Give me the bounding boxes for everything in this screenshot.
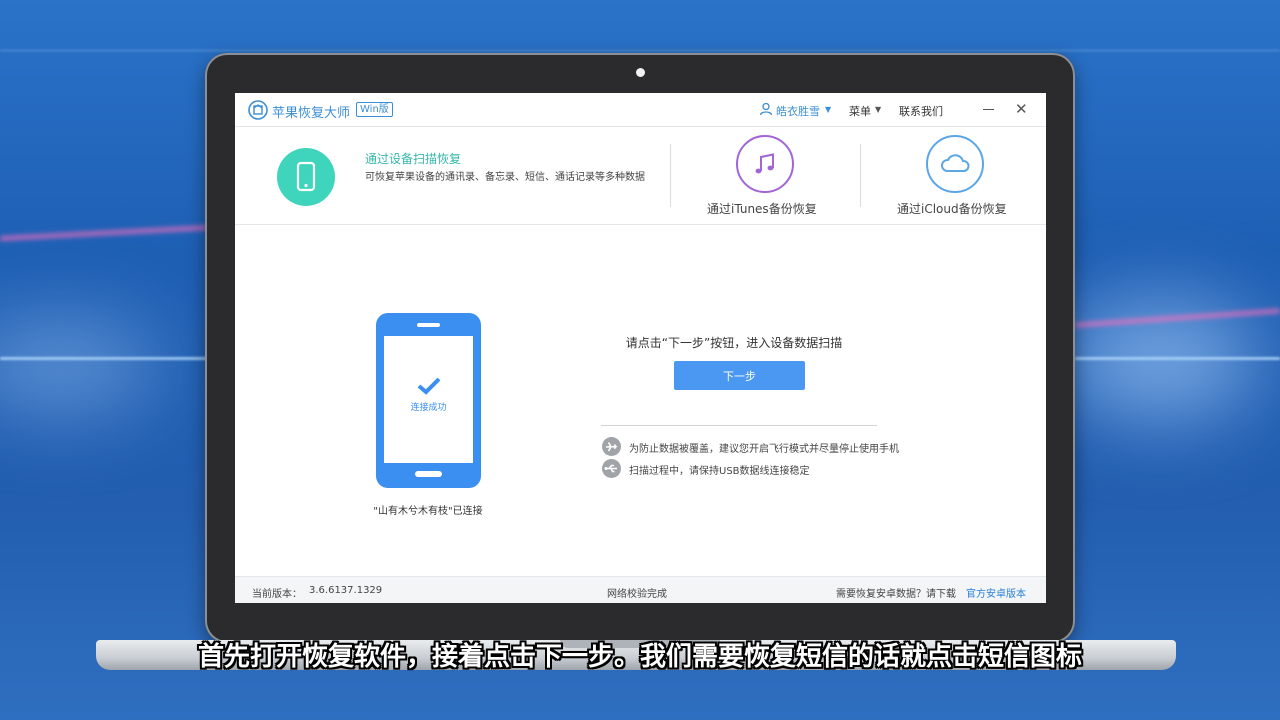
airplane-icon [602,437,621,456]
status-bar: 当前版本： 3.6.6137.1329 网络校验完成 需要恢复安卓数据？请下载 … [235,576,1046,603]
user-caret-down-icon[interactable]: ▼ [825,105,831,114]
user-menu[interactable]: 皓衣胜雪 [776,103,820,119]
version-number: 3.6.6137.1329 [309,585,383,596]
phone-illustration: 连接成功 [376,313,481,488]
separator [601,425,877,426]
checkmark-icon [417,377,441,395]
scan-instruction: 请点击“下一步”按钮，进入设备数据扫描 [625,336,843,350]
contact-us-link[interactable]: 联系我们 [899,103,943,119]
android-prompt: 需要恢复安卓数据？请下载 [836,589,956,600]
laptop-camera [636,68,645,77]
menu-button[interactable]: 菜单 [849,103,871,119]
minimize-icon[interactable] [983,109,994,110]
connection-status: 连接成功 [410,403,447,413]
title-bar: 苹果恢复大师 Win版 皓衣胜雪 ▼ 菜单 ▼ 联系我们 ✕ [235,93,1046,127]
phone-screen: 连接成功 [384,336,473,463]
divider [670,144,671,207]
usb-icon [602,459,621,478]
app-logo-icon [248,100,268,120]
network-status: 网络校验完成 [607,589,667,600]
divider [860,144,861,207]
phone-mode-icon[interactable] [277,148,335,206]
video-subtitle: 首先打开恢复软件，接着点击下一步。我们需要恢复短信的话就点击短信图标 [197,642,1082,672]
user-icon[interactable] [759,102,773,116]
edition-badge: Win版 [356,102,393,117]
version-label: 当前版本： [252,589,302,600]
phone-speaker [417,323,440,327]
mode-itunes-label[interactable]: 通过iTunes备份恢复 [707,200,817,217]
tip-airplane-mode: 为防止数据被覆盖，建议您开启飞行模式并尽量停止使用手机 [629,444,899,455]
android-version-link[interactable]: 官方安卓版本 [966,585,1026,600]
mode-icloud-label[interactable]: 通过iCloud备份恢复 [897,200,1007,217]
icloud-cloud-icon[interactable] [926,135,984,193]
mode-device-scan-title[interactable]: 通过设备扫描恢复 [365,150,461,167]
menu-caret-down-icon[interactable]: ▼ [875,105,881,114]
device-connected-text: "山有木兮木有枝"已连接 [373,506,483,517]
next-step-button[interactable]: 下一步 [674,361,805,390]
itunes-music-icon[interactable] [736,135,794,193]
tip-usb-stable: 扫描过程中，请保持USB数据线连接稳定 [629,466,810,477]
app-window: 苹果恢复大师 Win版 皓衣胜雪 ▼ 菜单 ▼ 联系我们 ✕ 通过设备扫描恢复 … [235,93,1046,603]
close-icon[interactable]: ✕ [1015,100,1028,118]
mode-device-scan-desc: 可恢复苹果设备的通讯录、备忘录、短信、通话记录等多种数据 [365,172,645,183]
phone-home-button [415,471,442,477]
recovery-mode-bar: 通过设备扫描恢复 可恢复苹果设备的通讯录、备忘录、短信、通话记录等多种数据 通过… [235,128,1046,225]
app-name: 苹果恢复大师 [272,106,351,121]
